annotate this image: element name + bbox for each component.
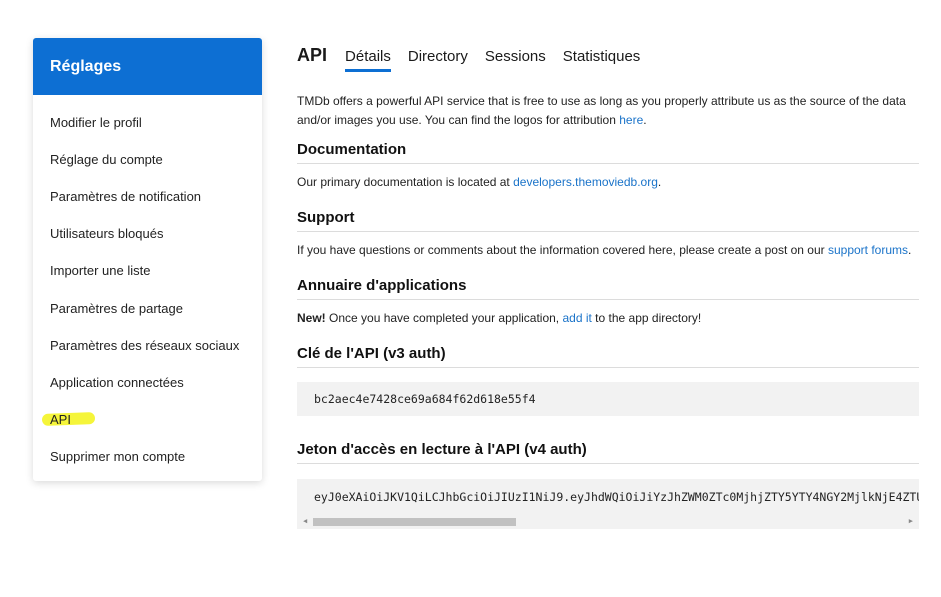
- new-label: New!: [297, 311, 326, 325]
- logos-link[interactable]: here: [619, 113, 643, 127]
- sidebar-item-label: Supprimer mon compte: [50, 448, 186, 464]
- tab-directory[interactable]: Directory: [408, 48, 468, 72]
- app-directory-text-after: to the app directory!: [591, 311, 702, 325]
- scroll-left-icon[interactable]: ◀: [303, 518, 307, 525]
- sidebar-item-label: Modifier le profil: [50, 115, 142, 131]
- intro-text: TMDb offers a powerful API service that …: [297, 92, 919, 130]
- sidebar-item-label: Paramètres des réseaux sociaux: [50, 337, 240, 353]
- settings-sidebar: Réglages Modifier le profil Réglage du c…: [33, 38, 262, 481]
- tab-details[interactable]: Détails: [345, 48, 391, 72]
- app-directory-text: New! Once you have completed your applic…: [297, 309, 919, 328]
- section-label: API: [297, 45, 328, 65]
- sidebar-title: Réglages: [50, 57, 122, 75]
- support-forums-link[interactable]: support forums: [828, 243, 908, 257]
- sidebar-item-label: Paramètres de notification: [50, 189, 202, 205]
- support-text: If you have questions or comments about …: [297, 241, 919, 260]
- sidebar-item-label: API: [50, 411, 71, 427]
- documentation-link[interactable]: developers.themoviedb.org: [513, 175, 658, 189]
- api-key-title: Clé de l'API (v3 auth): [297, 345, 919, 368]
- support-text-after: .: [908, 243, 912, 257]
- scrollbar-thumb[interactable]: [313, 518, 516, 526]
- sidebar-item-label: Importer une liste: [50, 263, 151, 279]
- read-token-box[interactable]: eyJ0eXAiOiJKV1QiLCJhbGciOiJIUzI1NiJ9.eyJ…: [297, 479, 919, 529]
- sidebar-header: Réglages: [33, 38, 262, 95]
- documentation-title: Documentation: [297, 141, 919, 164]
- api-key-value[interactable]: bc2aec4e7428ce69a684f62d618e55f4: [297, 382, 919, 416]
- tab-sessions[interactable]: Sessions: [485, 48, 546, 72]
- sidebar-item-delete-account[interactable]: Supprimer mon compte: [33, 438, 262, 475]
- documentation-text: Our primary documentation is located at …: [297, 173, 919, 192]
- sidebar-item-import-list[interactable]: Importer une liste: [33, 252, 262, 289]
- sidebar-item-label: Utilisateurs bloqués: [50, 226, 164, 242]
- sidebar-item-blocked-users[interactable]: Utilisateurs bloqués: [33, 215, 262, 252]
- sidebar-item-notification-settings[interactable]: Paramètres de notification: [33, 178, 262, 215]
- support-title: Support: [297, 209, 919, 232]
- sidebar-item-edit-profile[interactable]: Modifier le profil: [33, 104, 262, 141]
- horizontal-scrollbar[interactable]: ◀ ▶: [297, 517, 919, 526]
- documentation-text-before: Our primary documentation is located at: [297, 175, 514, 189]
- read-token-value: eyJ0eXAiOiJKV1QiLCJhbGciOiJIUzI1NiJ9.eyJ…: [314, 490, 919, 504]
- sidebar-list: Modifier le profil Réglage du compte Par…: [33, 95, 262, 475]
- intro-text-before: TMDb offers a powerful API service that …: [297, 94, 906, 127]
- add-app-link[interactable]: add it: [562, 311, 591, 325]
- api-tabs: API Détails Directory Sessions Statistiq…: [297, 38, 919, 72]
- tab-statistics[interactable]: Statistiques: [563, 48, 641, 72]
- sidebar-item-label: Paramètres de partage: [50, 300, 183, 316]
- app-directory-title: Annuaire d'applications: [297, 277, 919, 300]
- sidebar-item-account-settings[interactable]: Réglage du compte: [33, 141, 262, 178]
- sidebar-item-sharing-settings[interactable]: Paramètres de partage: [33, 289, 262, 326]
- sidebar-item-social-settings[interactable]: Paramètres des réseaux sociaux: [33, 327, 262, 364]
- app-directory-text-before: Once you have completed your application…: [325, 311, 563, 325]
- sidebar-item-label: Application connectées: [50, 374, 184, 390]
- sidebar-item-label: Réglage du compte: [50, 152, 163, 168]
- documentation-text-after: .: [657, 175, 662, 189]
- read-token-title: Jeton d'accès en lecture à l'API (v4 aut…: [297, 441, 919, 464]
- support-text-before: If you have questions or comments about …: [297, 243, 828, 257]
- sidebar-item-api[interactable]: API: [33, 401, 262, 438]
- intro-text-after: .: [643, 113, 647, 127]
- api-main-panel: API Détails Directory Sessions Statistiq…: [297, 38, 919, 529]
- scroll-right-icon[interactable]: ▶: [909, 518, 913, 525]
- sidebar-item-connected-apps[interactable]: Application connectées: [33, 364, 262, 401]
